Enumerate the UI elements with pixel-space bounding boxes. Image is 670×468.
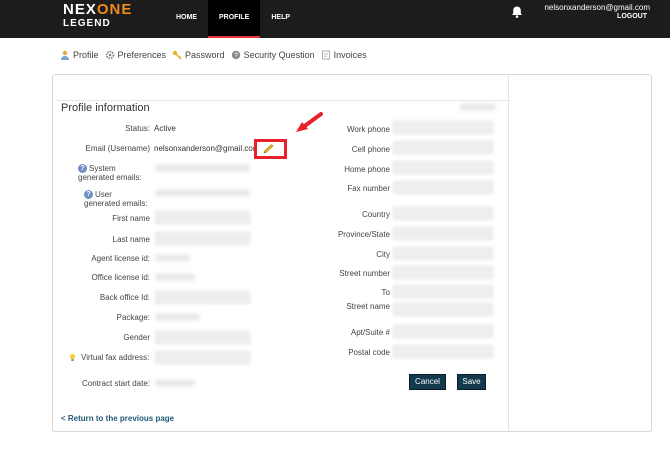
package-value (155, 314, 200, 320)
user-emails-value (155, 190, 250, 196)
subnav-password-label: Password (185, 50, 225, 60)
virtual-fax-input[interactable] (155, 351, 250, 364)
email-value: nelsonxanderson@gmail.com (154, 144, 260, 153)
to-input[interactable] (393, 285, 493, 298)
province-select[interactable] (393, 227, 493, 240)
save-button[interactable]: Save (457, 374, 486, 390)
subnav-invoices[interactable]: Invoices (321, 50, 367, 60)
agent-license-value (155, 255, 190, 261)
cancel-button[interactable]: Cancel (409, 374, 446, 390)
street-name-label: Street name (346, 302, 390, 311)
last-name-input[interactable] (155, 232, 250, 245)
package-label: Package: (116, 313, 150, 322)
city-label: City (376, 250, 390, 259)
city-input[interactable] (393, 247, 493, 260)
red-arrow-icon (296, 112, 323, 132)
province-label: Province/State (337, 230, 390, 239)
subnav-preferences-label: Preferences (117, 50, 167, 60)
back-office-input[interactable] (155, 291, 250, 304)
subnav-profile-label: Profile (73, 50, 99, 60)
question-icon: ? (231, 50, 240, 60)
gear-icon (105, 50, 114, 60)
subnav-security-label: Security Question (243, 50, 315, 60)
home-phone-input[interactable] (393, 161, 493, 174)
logo-text-legend: LEGEND (63, 18, 111, 29)
fax-number-input[interactable] (393, 181, 493, 194)
contract-start-label: Contract start date: (81, 379, 150, 388)
home-phone-label: Home phone (344, 165, 390, 174)
top-navigation-bar: NEXONE LEGEND HOME PROFILE HELP nelsonxa… (0, 0, 670, 38)
status-label: Status: (125, 124, 150, 133)
first-name-label: First name (112, 214, 150, 223)
invoice-icon (321, 50, 330, 60)
info-icon[interactable]: ? (84, 190, 93, 200)
svg-text:?: ? (234, 53, 238, 60)
logout-link[interactable]: LOGOUT (617, 13, 647, 20)
system-emails-value (155, 165, 250, 171)
logo-text-nex: NEX (63, 1, 97, 18)
to-label: To (381, 288, 390, 297)
subnav-security-question[interactable]: ? Security Question (231, 50, 315, 60)
subnav-password[interactable]: Password (172, 50, 225, 60)
user-icon (61, 50, 69, 60)
street-name-input[interactable] (393, 303, 493, 316)
apt-suite-label: Apt/Suite # (350, 328, 390, 337)
brand-logo[interactable]: NEXONE LEGEND (63, 2, 132, 29)
lightbulb-icon (69, 354, 76, 362)
subnav-invoices-label: Invoices (333, 50, 367, 60)
country-label: Country (361, 210, 390, 219)
bell-icon[interactable] (510, 5, 524, 19)
virtual-fax-label: Virtual fax address: (68, 353, 150, 362)
work-phone-label: Work phone (347, 125, 390, 134)
postal-code-label: Postal code (348, 348, 390, 357)
user-email: nelsonxanderson@gmail.com (544, 3, 650, 12)
gender-label: Gender (123, 333, 150, 342)
cell-phone-input[interactable] (393, 141, 493, 154)
nav-home[interactable]: HOME (165, 0, 208, 38)
gender-select[interactable] (155, 331, 250, 344)
logo-text-one: ONE (96, 1, 133, 18)
work-phone-input[interactable] (393, 121, 493, 134)
info-icon[interactable]: ? (78, 164, 87, 174)
office-license-label: Office license id: (91, 273, 150, 282)
profile-information-title: Profile information (61, 102, 150, 114)
profile-subnav: Profile Preferences Password ? Security … (60, 50, 373, 60)
back-office-label: Back office Id: (99, 293, 150, 302)
email-label: Email (Username) (85, 144, 150, 153)
subnav-preferences[interactable]: Preferences (105, 50, 167, 60)
street-number-label: Street number (339, 269, 390, 278)
key-icon (172, 50, 182, 60)
main-nav: HOME PROFILE HELP (165, 0, 301, 38)
agent-license-label: Agent license id: (91, 254, 150, 263)
pencil-icon[interactable] (261, 143, 275, 153)
cell-phone-label: Cell phone (351, 145, 390, 154)
subnav-profile[interactable]: Profile (60, 50, 99, 60)
first-name-input[interactable] (155, 211, 250, 224)
nav-help[interactable]: HELP (260, 0, 301, 38)
contract-start-value (155, 380, 195, 386)
last-name-label: Last name (112, 235, 150, 244)
user-emails-label: ? User generated emails: (84, 190, 148, 209)
nav-profile[interactable]: PROFILE (208, 0, 261, 38)
return-link[interactable]: < Return to the previous page (61, 414, 174, 423)
apt-suite-input[interactable] (393, 325, 493, 338)
status-value: Active (154, 124, 176, 133)
postal-code-input[interactable] (393, 345, 493, 358)
office-license-value (155, 274, 195, 280)
country-select[interactable] (393, 207, 493, 220)
street-number-input[interactable] (393, 266, 493, 279)
fax-number-label: Fax number (347, 184, 390, 193)
blurred-top-right (460, 104, 495, 110)
system-emails-label: ? System generated emails: (78, 164, 142, 183)
